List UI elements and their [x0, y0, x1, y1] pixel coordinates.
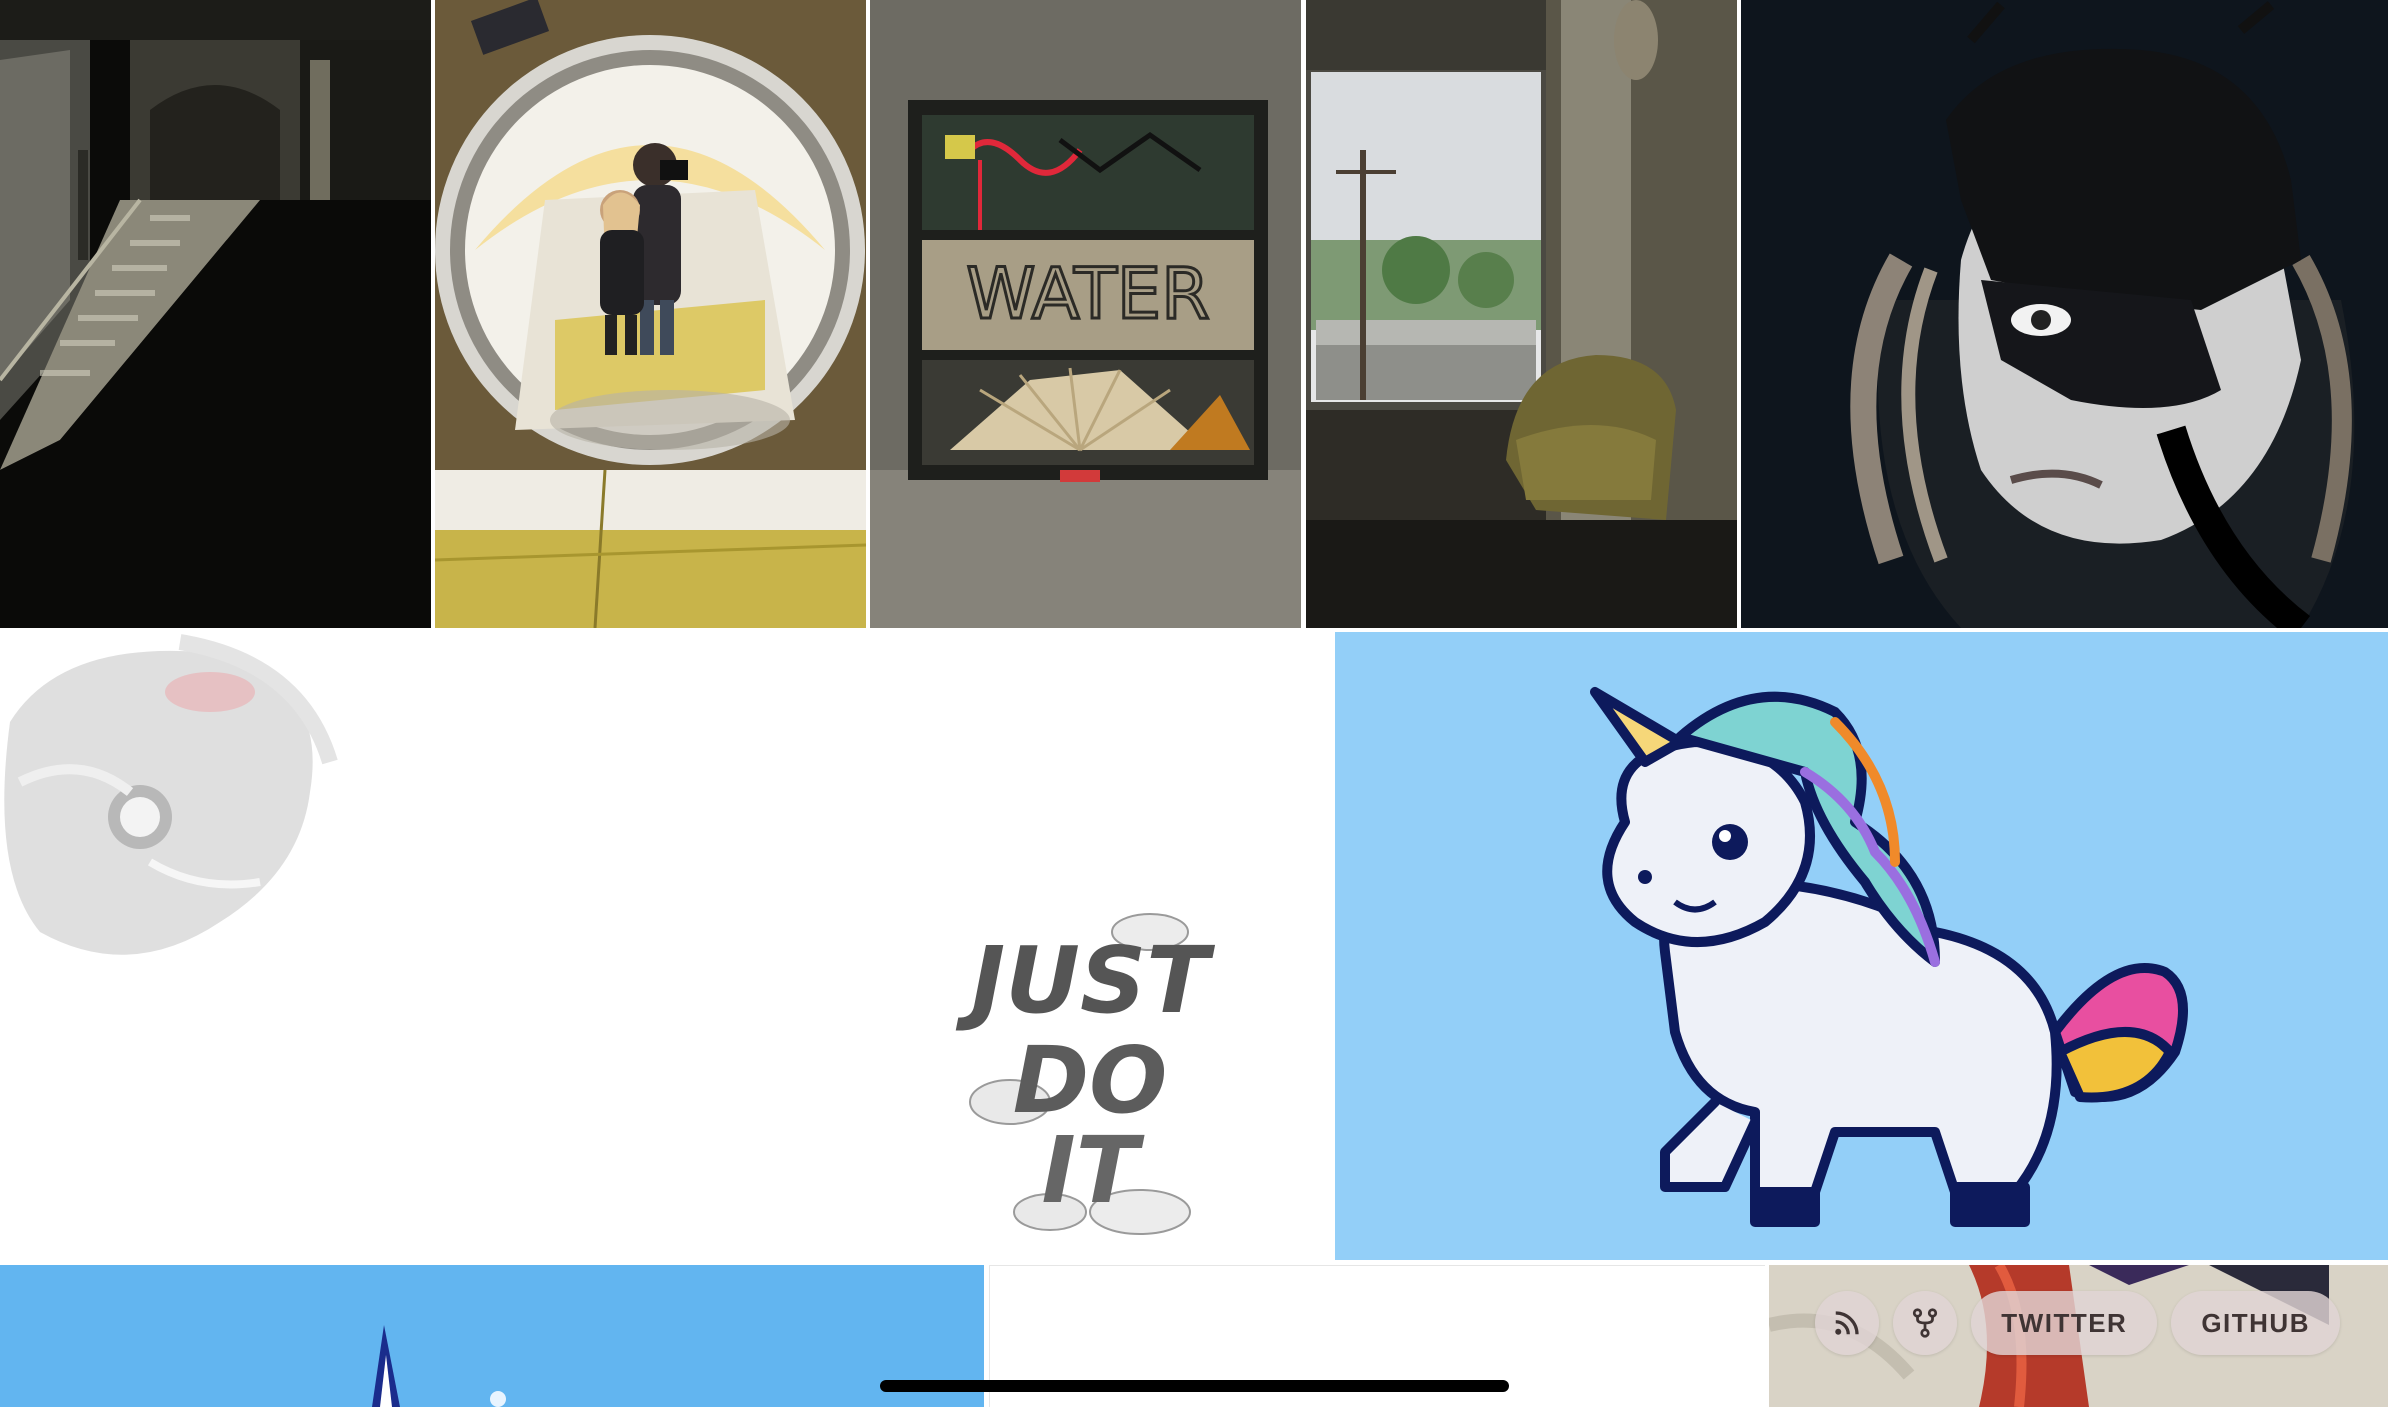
rss-button[interactable] [1815, 1291, 1880, 1355]
github-button-label: GITHUB [2201, 1307, 2310, 1338]
svg-text:WATER: WATER [966, 253, 1209, 335]
fork-icon [1913, 1308, 1938, 1338]
gallery-tile-masked-portrait[interactable] [1741, 0, 2388, 628]
gallery-tile-hotel-window[interactable] [1306, 0, 1737, 628]
hotel-window-image [1306, 0, 1737, 628]
svg-text:IT: IT [1042, 1117, 1145, 1224]
twitter-button-label: TWITTER [2001, 1307, 2128, 1338]
gallery-tile-just-do-it[interactable]: JUST DO IT [0, 632, 1331, 1260]
masked-portrait-image [1741, 0, 2388, 628]
github-button[interactable]: GITHUB [2171, 1291, 2340, 1355]
sky-sailboat-image [0, 1265, 984, 1407]
gallery-tile-subway-stairs[interactable] [0, 0, 431, 628]
social-action-bar: TWITTER GITHUB [1815, 1291, 2340, 1355]
gallery-tile-sky-sailboat[interactable] [0, 1265, 984, 1407]
gallery-page: WATER JUST DO IT TWITTER GITHUB [0, 0, 2388, 1407]
fork-button[interactable] [1893, 1291, 1958, 1355]
gallery-tile-unicorn[interactable] [1335, 632, 2388, 1260]
twitter-button[interactable]: TWITTER [1971, 1291, 2158, 1355]
water-graffiti-text: WATER [965, 252, 1211, 337]
convex-mirror-image [435, 0, 866, 628]
water-graffiti-image: WATER [870, 0, 1301, 628]
svg-text:JUST: JUST [955, 927, 1215, 1034]
gallery-tile-water-graffiti[interactable]: WATER [870, 0, 1301, 628]
home-indicator [880, 1380, 1509, 1392]
gallery-tile-convex-mirror-selfie[interactable] [435, 0, 866, 628]
subway-stairs-image [0, 0, 431, 628]
just-do-it-image: JUST DO IT [0, 632, 1331, 1260]
rss-icon [1835, 1311, 1859, 1335]
unicorn-image [1335, 632, 2388, 1260]
